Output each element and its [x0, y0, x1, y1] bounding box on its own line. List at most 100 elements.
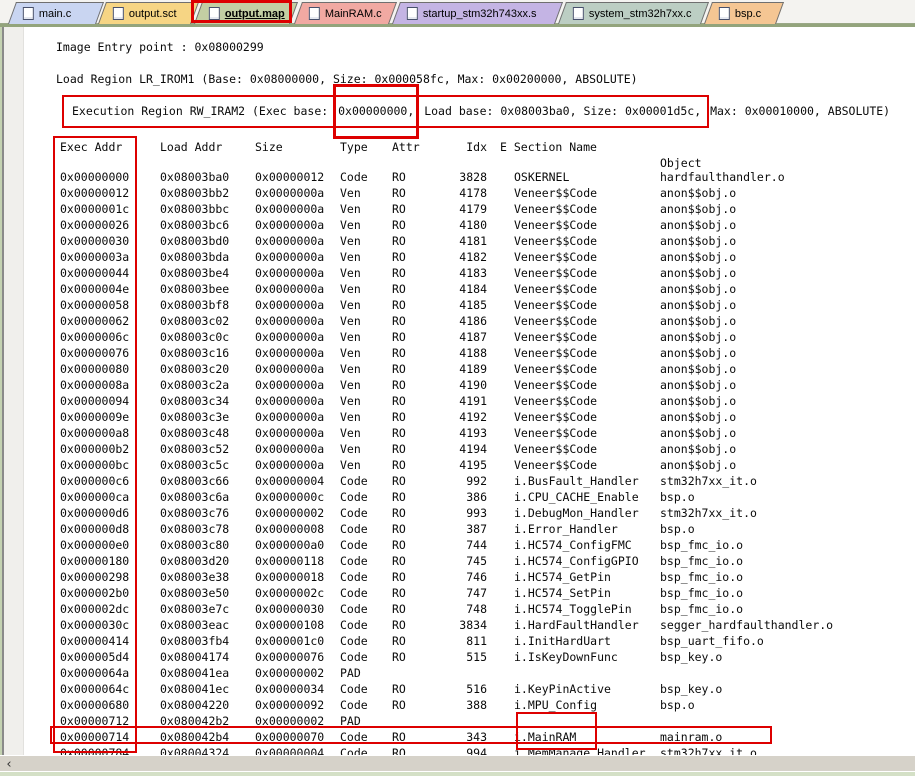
cell-type: Ven: [340, 201, 392, 217]
cell-exec: 0x0000009e: [60, 409, 160, 425]
table-row: 0x000000c60x08003c660x00000004CodeRO992i…: [0, 473, 915, 489]
cell-size: 0x0000000a: [255, 233, 340, 249]
scroll-left-arrow-icon[interactable]: ‹: [0, 756, 18, 772]
cell-load: 0x08003c16: [160, 345, 255, 361]
cell-section: Veneer$$Code: [514, 201, 660, 217]
cell-load: 0x08003c02: [160, 313, 255, 329]
cell-exec: 0x0000064a: [60, 665, 160, 681]
cell-size: 0x0000000a: [255, 265, 340, 281]
cell-attr: RO: [392, 601, 437, 617]
header-attr: Attr: [392, 139, 437, 155]
cell-type: Ven: [340, 441, 392, 457]
cell-idx: 4189: [437, 361, 487, 377]
cell-exec: 0x000000ca: [60, 489, 160, 505]
cell-type: Ven: [340, 265, 392, 281]
header-size: Size: [255, 139, 340, 155]
cell-object: bsp_fmc_io.o: [660, 569, 915, 585]
cell-type: Code: [340, 473, 392, 489]
cell-idx: 4188: [437, 345, 487, 361]
cell-size: 0x00000118: [255, 553, 340, 569]
cell-type: Code: [340, 505, 392, 521]
cell-exec: 0x00000058: [60, 297, 160, 313]
exec-region-prefix: Execution Region RW_IRAM2 (Exec base:: [72, 104, 335, 118]
cell-type: Ven: [340, 185, 392, 201]
cell-section: i.HC574_SetPin: [514, 585, 660, 601]
cell-exec: 0x00000094: [60, 393, 160, 409]
cell-section: Veneer$$Code: [514, 185, 660, 201]
cell-load: 0x08003c78: [160, 521, 255, 537]
cell-object: anon$$obj.o: [660, 233, 915, 249]
cell-load: 0x08003bc6: [160, 217, 255, 233]
cell-attr: RO: [392, 441, 437, 457]
header-idx: Idx: [437, 139, 487, 155]
horizontal-scrollbar[interactable]: ‹: [0, 755, 915, 772]
cell-load: 0x08003c48: [160, 425, 255, 441]
cell-size: 0x00000002: [255, 713, 340, 729]
cell-object: anon$$obj.o: [660, 345, 915, 361]
cell-type: Ven: [340, 297, 392, 313]
cell-exec: 0x00000180: [60, 553, 160, 569]
cell-section: i.HC574_TogglePin: [514, 601, 660, 617]
cell-idx: 4187: [437, 329, 487, 345]
cell-load: 0x08003c0c: [160, 329, 255, 345]
cell-attr: RO: [392, 169, 437, 185]
header-load-addr: Load Addr: [160, 139, 255, 155]
table-row: 0x000000bc0x08003c5c0x0000000aVenRO4195V…: [0, 457, 915, 473]
cell-load: 0x08004220: [160, 697, 255, 713]
cell-type: Code: [340, 729, 392, 745]
cell-object: anon$$obj.o: [660, 425, 915, 441]
cell-exec: 0x00000414: [60, 633, 160, 649]
cell-idx: 4190: [437, 377, 487, 393]
cell-idx: 516: [437, 681, 487, 697]
cell-object: anon$$obj.o: [660, 313, 915, 329]
cell-type: Code: [340, 537, 392, 553]
cell-object: stm32h7xx_it.o: [660, 505, 915, 521]
cell-attr: RO: [392, 329, 437, 345]
cell-idx: 4183: [437, 265, 487, 281]
cell-idx: 4194: [437, 441, 487, 457]
cell-attr: RO: [392, 393, 437, 409]
table-row: 0x000000b20x08003c520x0000000aVenRO4194V…: [0, 441, 915, 457]
table-row: 0x000005d40x080041740x00000076CodeRO515i…: [0, 649, 915, 665]
cell-object: bsp_fmc_io.o: [660, 601, 915, 617]
cell-load: 0x080042b4: [160, 729, 255, 745]
cell-idx: 4191: [437, 393, 487, 409]
table-row: 0x000002dc0x08003e7c0x00000030CodeRO748i…: [0, 601, 915, 617]
cell-size: 0x0000000a: [255, 217, 340, 233]
cell-section: Veneer$$Code: [514, 425, 660, 441]
cell-exec: 0x0000008a: [60, 377, 160, 393]
cell-section: i.HC574_ConfigGPIO: [514, 553, 660, 569]
cell-load: 0x08003bbc: [160, 201, 255, 217]
cell-object: anon$$obj.o: [660, 393, 915, 409]
cell-load: 0x080041ea: [160, 665, 255, 681]
cell-section: Veneer$$Code: [514, 249, 660, 265]
cell-object: anon$$obj.o: [660, 297, 915, 313]
table-row: 0x000000580x08003bf80x0000000aVenRO4185V…: [0, 297, 915, 313]
table-row: 0x000000260x08003bc60x0000000aVenRO4180V…: [0, 217, 915, 233]
cell-size: 0x00000034: [255, 681, 340, 697]
table-row: 0x000000940x08003c340x0000000aVenRO4191V…: [0, 393, 915, 409]
cell-section: Veneer$$Code: [514, 393, 660, 409]
table-row: 0x000002b00x08003e500x0000002cCodeRO747i…: [0, 585, 915, 601]
cell-exec: 0x00000062: [60, 313, 160, 329]
cell-object: bsp_fmc_io.o: [660, 553, 915, 569]
cell-size: 0x0000000a: [255, 345, 340, 361]
cell-exec: 0x000005d4: [60, 649, 160, 665]
cell-exec: 0x000002b0: [60, 585, 160, 601]
cell-type: Ven: [340, 457, 392, 473]
cell-attr: RO: [392, 313, 437, 329]
cell-type: Ven: [340, 249, 392, 265]
cell-idx: 993: [437, 505, 487, 521]
cell-type: Code: [340, 681, 392, 697]
cell-object: segger_hardfaulthandler.o: [660, 617, 915, 633]
cell-type: Code: [340, 169, 392, 185]
cell-attr: RO: [392, 553, 437, 569]
cell-size: 0x000000a0: [255, 537, 340, 553]
cell-section: i.InitHardUart: [514, 633, 660, 649]
cell-load: 0x08003c5c: [160, 457, 255, 473]
exec-region-suffix: Max: 0x00010000, ABSOLUTE): [703, 104, 890, 118]
cell-type: Ven: [340, 377, 392, 393]
table-row: 0x0000064c0x080041ec0x00000034CodeRO516i…: [0, 681, 915, 697]
scrollbar-track[interactable]: [18, 756, 915, 772]
cell-section: i.BusFault_Handler: [514, 473, 660, 489]
